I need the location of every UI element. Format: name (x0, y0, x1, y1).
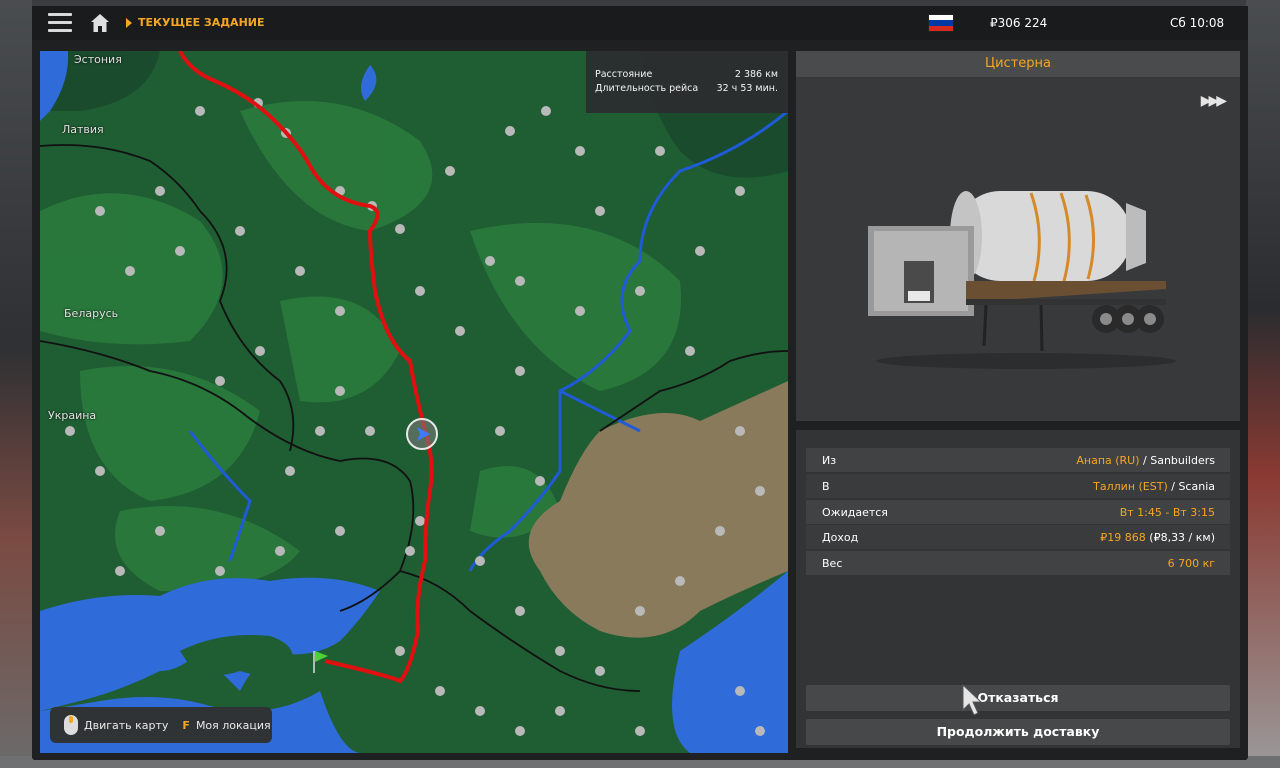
top-bar: ТЕКУЩЕЕ ЗАДАНИЕ ₽306 224 Сб 10:08 (32, 6, 1248, 40)
russia-flag-icon (928, 14, 954, 32)
income-value: ₽19 868 (1100, 530, 1146, 544)
fast-forward-icon[interactable]: ▶▶▶ (1201, 93, 1227, 109)
from-label: Из (822, 453, 837, 467)
income-rate: (₽8,33 / км) (1145, 530, 1215, 544)
duration-value: 32 ч 53 мин. (716, 83, 778, 94)
expected-label: Ожидается (822, 505, 888, 519)
map-label-belarus: Беларусь (64, 307, 119, 320)
continue-delivery-button[interactable]: Продолжить доставку (806, 719, 1230, 745)
to-city: Таллин (EST) (1093, 479, 1168, 493)
home-icon[interactable] (90, 13, 110, 33)
breadcrumb: ТЕКУЩЕЕ ЗАДАНИЕ (138, 16, 265, 29)
from-company: / Sanbuilders (1139, 453, 1215, 467)
money-balance: ₽306 224 (990, 16, 1048, 30)
tank-trailer-image (868, 191, 1176, 369)
mouse-icon (64, 715, 78, 735)
route-info-box: Расстояние 2 386 км Длительность рейса 32 … (586, 51, 788, 113)
decline-button[interactable]: Отказаться (806, 685, 1230, 711)
route-map[interactable]: Эстония Латвия Беларусь Украина Расстоян… (40, 51, 788, 753)
to-label: В (822, 479, 830, 493)
map-label-estonia: Эстония (74, 53, 122, 66)
detail-row-to: В Таллин (EST) / Scania (806, 474, 1230, 498)
detail-row-weight: Вес 6 700 кг (806, 551, 1230, 575)
weight-value: 6 700 кг (1167, 556, 1215, 570)
game-clock: Сб 10:08 (1170, 16, 1225, 30)
distance-value: 2 386 км (734, 69, 778, 80)
map-label-ukraine: Украина (48, 409, 97, 422)
expected-value: Вт 1:45 - Вт 3:15 (1119, 505, 1215, 519)
hamburger-menu-icon[interactable] (48, 13, 72, 33)
detail-row-expected: Ожидается Вт 1:45 - Вт 3:15 (806, 500, 1230, 524)
breadcrumb-arrow-icon (126, 18, 132, 28)
mouse-cursor-icon (962, 684, 982, 716)
detail-row-income: Доход ₽19 868 (₽8,33 / км) (806, 525, 1230, 549)
my-location-label[interactable]: Моя локация (196, 719, 271, 732)
key-f-hint: F (182, 718, 190, 732)
map-controls-hint: Двигать карту F Моя локация (50, 707, 272, 743)
move-map-label[interactable]: Двигать карту (84, 719, 168, 732)
map-canvas (40, 51, 788, 753)
distance-label: Расстояние (595, 69, 653, 80)
to-company: / Scania (1167, 479, 1215, 493)
cargo-title: Цистерна (796, 51, 1240, 77)
weight-label: Вес (822, 556, 843, 570)
detail-row-from: Из Анапа (RU) / Sanbuilders (806, 448, 1230, 472)
garage-background-left (0, 0, 32, 768)
income-label: Доход (822, 530, 859, 544)
garage-background-right (1246, 0, 1280, 768)
duration-label: Длительность рейса (595, 83, 699, 94)
cargo-panel: Цистерна ▶▶▶ (796, 51, 1240, 421)
map-label-latvia: Латвия (62, 123, 104, 136)
truck-position-marker (406, 418, 438, 450)
from-city: Анапа (RU) (1076, 453, 1140, 467)
